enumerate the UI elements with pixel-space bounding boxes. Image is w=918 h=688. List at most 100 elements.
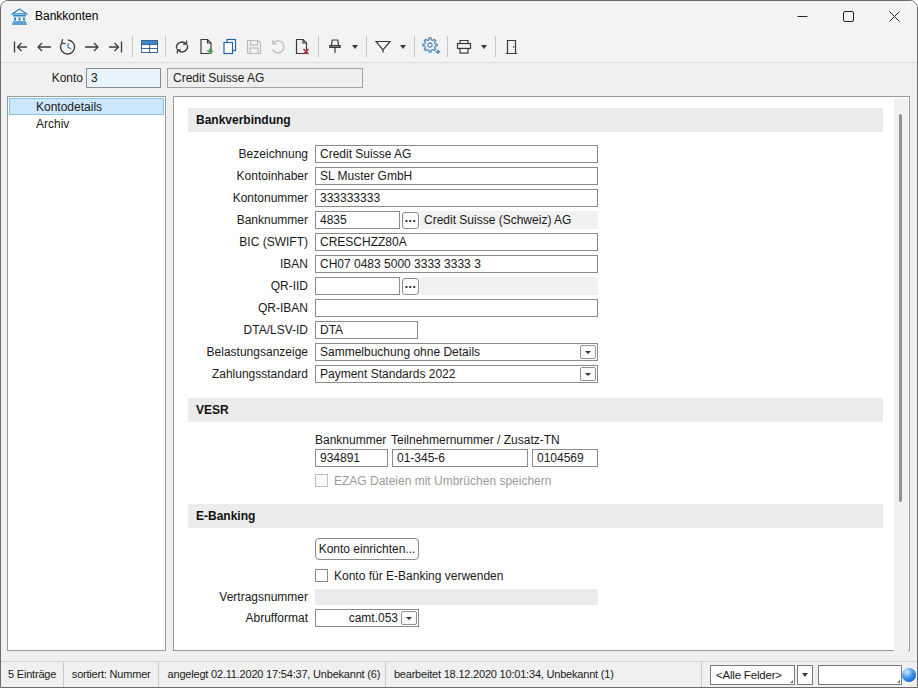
belastungsanzeige-dropdown-button[interactable] [580,345,596,359]
exit-button[interactable] [500,34,524,60]
kontoinhaber-input[interactable]: SL Muster GmbH [315,167,598,185]
resize-grip-icon [897,680,900,683]
bank-app-icon [10,7,29,26]
search-globe-icon[interactable] [902,668,916,682]
zahlungsstandard-dropdown-button[interactable] [580,367,596,381]
kontonummer-input[interactable]: 333333333 [315,189,598,207]
dropdown-arrow-icon [481,45,487,49]
vesr-banknummer-label: Banknummer [315,433,386,447]
nav-previous-button[interactable] [32,34,56,60]
settings-gear-icon [421,36,442,57]
search-field-filter-select[interactable]: <Alle Felder> [710,665,795,685]
status-entry-count: 5 Einträge [1,662,64,687]
section-header-bankverbindung: Bankverbindung [188,108,883,132]
sidebar-item-kontodetails[interactable]: Kontodetails [9,98,164,115]
banknummer-input[interactable]: 4835 [315,211,400,229]
bic-label: BIC (SWIFT) [174,233,308,251]
iban-input[interactable]: CH07 0483 5000 3333 3333 3 [315,255,598,273]
new-record-button[interactable] [194,34,218,60]
zahlungsstandard-select[interactable]: Payment Standards 2022 [315,365,598,383]
nav-first-icon [10,37,30,57]
sidebar-item-archiv[interactable]: Archiv [9,115,164,132]
abrufformat-select[interactable]: camt.053 [315,609,419,627]
nav-last-icon [106,37,126,57]
refresh-button[interactable] [170,34,194,60]
qr-iban-input[interactable] [315,299,598,317]
title-bar: Bankkonten [1,1,917,31]
belastungsanzeige-select[interactable]: Sammelbuchung ohne Details [315,343,598,361]
toolbar [1,31,917,63]
print-button[interactable] [452,34,476,60]
pin-dropdown-button[interactable] [347,34,362,60]
vertical-scrollbar[interactable] [894,98,908,651]
dropdown-arrow-icon [406,617,412,620]
scrollbar-thumb[interactable] [899,114,902,502]
copy-record-icon [220,37,240,57]
banknummer-bank-name: Credit Suisse (Schweiz) AG [420,211,598,229]
new-record-icon [196,37,216,57]
dropdown-arrow-icon [400,45,406,49]
dropdown-arrow-icon [585,351,591,354]
banknummer-browse-button[interactable]: ... [402,212,419,229]
nav-last-button[interactable] [104,34,128,60]
table-view-button[interactable] [137,34,161,60]
undo-icon [268,37,288,57]
history-icon [57,36,79,58]
search-field-filter-value: <Alle Felder> [716,669,782,681]
konto-einrichten-button[interactable]: Konto einrichten... [315,538,419,560]
nav-first-button[interactable] [8,34,32,60]
content-area: Kontodetails Archiv Bankverbindung Bezei… [1,93,917,663]
maximize-button[interactable] [825,1,871,31]
qr-iid-input[interactable] [315,277,400,295]
app-window: Bankkonten [0,0,918,688]
settings-button[interactable] [419,34,443,60]
close-button[interactable] [871,1,917,31]
section-header-ebanking: E-Banking [188,504,883,528]
kontonummer-label: Kontonummer [174,189,308,207]
kontoinhaber-label: Kontoinhaber [174,167,308,185]
abrufformat-dropdown-button[interactable] [401,611,417,625]
undo-button[interactable] [266,34,290,60]
sidebar: Kontodetails Archiv [7,96,166,651]
vesr-zusatz-tn-input[interactable]: 0104569 [532,449,598,467]
nav-next-button[interactable] [80,34,104,60]
nav-previous-icon [34,37,54,57]
pin-icon [325,37,345,57]
delete-record-button[interactable] [290,34,314,60]
vertragsnummer-label: Vertragsnummer [174,589,308,605]
status-created: angelegt 02.11.2020 17:54:37, Unbekannt … [159,662,386,687]
vesr-teilnehmer-label: Teilnehmernummer / Zusatz-TN [391,433,560,447]
section-header-vesr: VESR [188,398,883,422]
minimize-button[interactable] [779,1,825,31]
iban-label: IBAN [174,255,308,273]
ezag-checkbox [315,474,328,487]
vertragsnummer-input [315,589,598,605]
vesr-teilnehmernummer-input[interactable]: 01-345-6 [392,449,528,467]
filter-button[interactable] [371,34,395,60]
history-button[interactable] [56,34,80,60]
bezeichnung-input[interactable]: Credit Suisse AG [315,145,598,163]
bic-input[interactable]: CRESCHZZ80A [315,233,598,251]
abrufformat-label: Abrufformat [174,609,308,627]
pin-button[interactable] [323,34,347,60]
print-dropdown-button[interactable] [476,34,491,60]
belastungsanzeige-label: Belastungsanzeige [174,343,308,361]
detail-panel: Bankverbindung Bezeichnung Credit Suisse… [173,96,910,651]
qr-iid-browse-button[interactable]: ... [402,278,419,295]
copy-record-button[interactable] [218,34,242,60]
save-record-button[interactable] [242,34,266,60]
dta-lsv-id-input[interactable]: DTA [315,321,418,339]
qr-iban-label: QR-IBAN [174,299,308,317]
ebanking-use-checkbox[interactable] [315,569,328,582]
konto-number-input[interactable]: 3 [86,68,161,88]
dropdown-arrow-icon [802,673,808,677]
search-field-filter-dropdown-button[interactable] [797,665,813,685]
resize-grip-icon [790,680,793,683]
status-bar: 5 Einträge sortiert: Nummer angelegt 02.… [1,661,917,687]
save-record-icon [244,37,264,57]
filter-dropdown-button[interactable] [395,34,410,60]
status-modified: bearbeitet 18.12.2020 10:01:34, Unbekann… [386,662,701,687]
vesr-banknummer-input[interactable]: 934891 [315,449,388,467]
search-input[interactable] [818,665,902,685]
bezeichnung-label: Bezeichnung [174,145,308,163]
